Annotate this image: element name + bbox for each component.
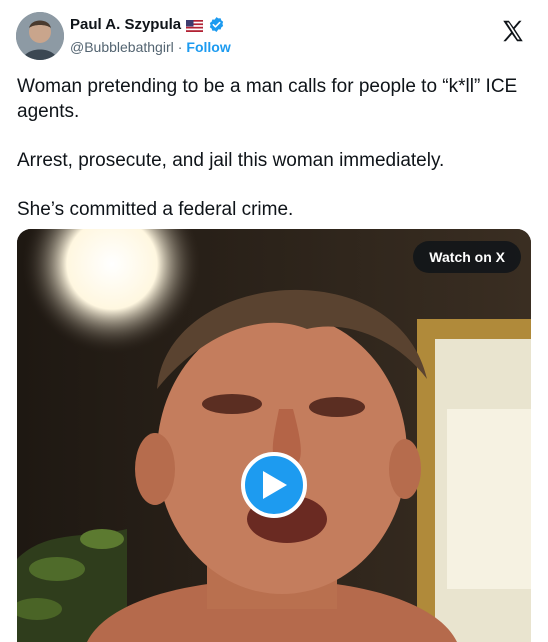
author-handle[interactable]: @Bubblebathgirl — [70, 39, 174, 55]
x-logo-icon[interactable] — [500, 18, 526, 44]
separator: · — [177, 39, 183, 55]
name-row: Paul A. Szypula — [70, 16, 225, 33]
tweet-paragraph: Arrest, prosecute, and jail this woman i… — [17, 150, 445, 171]
us-flag-icon — [185, 19, 204, 32]
watch-on-x-button[interactable]: Watch on X — [413, 241, 521, 273]
avatar[interactable] — [16, 12, 64, 60]
tweet-paragraph: She’s committed a federal crime. — [17, 199, 294, 220]
play-icon — [263, 471, 287, 499]
video-media[interactable]: Watch on X — [17, 229, 531, 642]
tweet-paragraph: Woman pretending to be a man calls for p… — [17, 76, 518, 122]
tweet-body: Woman pretending to be a man calls for p… — [17, 74, 532, 246]
author-name[interactable]: Paul A. Szypula — [70, 16, 181, 33]
follow-button[interactable]: Follow — [186, 39, 230, 55]
play-button[interactable] — [241, 452, 307, 518]
tweet-header: Paul A. Szypula @Bubblebathgirl · Follow — [16, 12, 536, 62]
verified-badge-icon — [208, 16, 225, 33]
video-frame — [17, 229, 531, 642]
handle-row: @Bubblebathgirl · Follow — [70, 39, 231, 55]
